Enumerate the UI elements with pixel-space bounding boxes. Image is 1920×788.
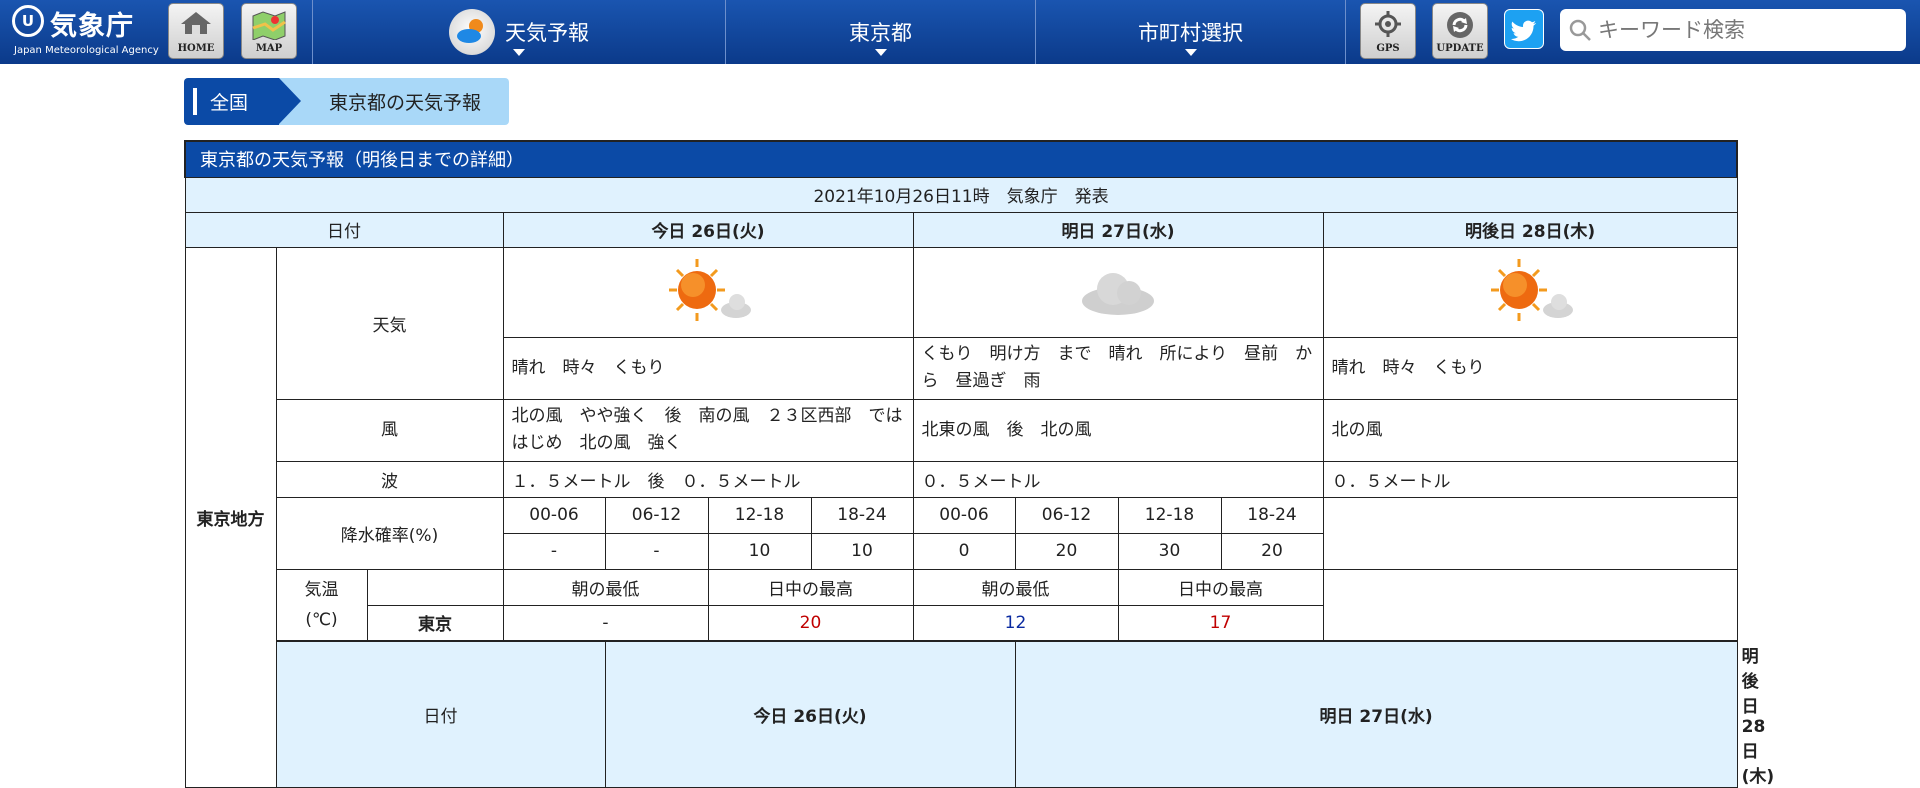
gps-button-label: GPS <box>1376 43 1400 54</box>
pop-value: 20 <box>1220 532 1324 570</box>
jma-emblem-icon: U <box>12 5 44 37</box>
update-button[interactable]: UPDATE <box>1432 3 1488 59</box>
sun-cloud-icon <box>1491 258 1574 321</box>
weather-label: 天気 <box>275 246 504 400</box>
pop-period: 00-06 <box>502 496 606 534</box>
refresh-icon <box>1447 12 1473 38</box>
home-button-label: HOME <box>177 43 215 54</box>
pop-value: 0 <box>912 532 1016 570</box>
temp-header: 日中の最高 <box>707 568 914 606</box>
sun-cloud-icon <box>669 258 751 321</box>
pop-period: 18-24 <box>1220 496 1324 534</box>
temp-value-today-max: 20 <box>707 604 914 642</box>
twitter-bird-icon <box>1510 20 1537 42</box>
temp-header: 日中の最高 <box>1117 568 1324 606</box>
pop-value: 20 <box>1014 532 1119 570</box>
update-button-label: UPDATE <box>1436 43 1484 54</box>
weather-text-tomorrow: くもり 明け方 まで 晴れ 所により 昼前 から 昼過ぎ 雨 <box>912 336 1324 400</box>
breadcrumb-current: 東京都の天気予報 <box>279 78 510 125</box>
map-button-label: MAP <box>255 43 283 54</box>
nav-weather-forecast[interactable]: 天気予報 <box>313 0 725 64</box>
wave-text-day-after: ０．５メートル <box>1322 460 1738 498</box>
pop-value: - <box>604 532 709 570</box>
nav-municipality-label: 市町村選択 <box>1138 21 1243 45</box>
weather-text-today: 晴れ 時々 くもり <box>502 336 914 400</box>
map-button[interactable]: MAP <box>241 3 297 59</box>
temp-header: 朝の最低 <box>502 568 709 606</box>
chevron-down-icon <box>513 49 525 56</box>
temp-value-tomorrow-min: 12 <box>912 604 1119 642</box>
nav-weather-forecast-label: 天気予報 <box>505 21 589 45</box>
weather-icon-cell <box>502 246 914 338</box>
temp-city: 東京 <box>366 604 504 642</box>
logo-japanese-text: 気象庁 <box>50 11 134 42</box>
home-button[interactable]: HOME <box>168 3 224 59</box>
nav-divider <box>1345 0 1346 64</box>
keyword-search-input[interactable] <box>1598 18 1898 42</box>
twitter-button[interactable] <box>1504 9 1544 49</box>
gps-icon <box>1375 11 1401 37</box>
date-today: 今日 26日(火) <box>604 640 1016 788</box>
jma-logo[interactable]: U 気象庁 Japan Meteorological Agency <box>0 0 160 64</box>
temp-label-unit: (℃) <box>305 609 338 630</box>
pop-period: 06-12 <box>1014 496 1119 534</box>
wind-text-today: 北の風 やや強く 後 南の風 ２３区西部 では はじめ 北の風 強く <box>502 398 920 462</box>
date-tomorrow: 明日 27日(水) <box>912 211 1324 248</box>
pop-period: 00-06 <box>912 496 1016 534</box>
temp-value-today-min: - <box>502 604 709 642</box>
map-icon <box>252 11 286 40</box>
pop-period: 18-24 <box>810 496 914 534</box>
date-today: 今日 26日(火) <box>502 211 914 248</box>
nav-prefecture-label: 東京都 <box>849 21 912 45</box>
search-icon <box>1569 19 1591 41</box>
pop-value: 10 <box>707 532 812 570</box>
forecast-table: 東京都の天気予報（明後日までの詳細） 2021年10月26日11時 気象庁 発表… <box>183 140 1774 788</box>
pop-value: - <box>502 532 606 570</box>
pop-period: 12-18 <box>707 496 812 534</box>
pop-period: 06-12 <box>604 496 709 534</box>
forecast-sun-cloud-icon <box>449 9 495 55</box>
chevron-down-icon <box>1184 49 1197 56</box>
site-header: U 気象庁 Japan Meteorological Agency HOME M… <box>0 0 1920 64</box>
gps-button[interactable]: GPS <box>1360 3 1416 59</box>
wind-label: 風 <box>275 398 504 462</box>
wave-label: 波 <box>275 460 504 498</box>
date-tomorrow: 明日 27日(水) <box>1014 640 1738 788</box>
temp-label: 気温 (℃) <box>275 568 368 642</box>
wind-text-day-after: 北の風 <box>1322 398 1738 462</box>
chevron-down-icon <box>874 49 887 56</box>
pop-empty-cell <box>1322 496 1738 570</box>
wave-text-tomorrow: ０．５メートル <box>912 460 1324 498</box>
date-label: 日付 <box>275 640 606 788</box>
forecast-table-title: 東京都の天気予報（明後日までの詳細） <box>183 140 1739 178</box>
weather-icon-cell <box>912 246 1324 338</box>
wind-text-tomorrow: 北東の風 後 北の風 <box>912 398 1324 462</box>
issued-time: 2021年10月26日11時 気象庁 発表 <box>184 176 1738 213</box>
pop-value: 30 <box>1117 532 1222 570</box>
temp-value-tomorrow-max: 17 <box>1117 604 1324 642</box>
temp-header-blank <box>366 568 504 606</box>
region-name: 東京地方 <box>184 246 277 788</box>
temp-empty-cell <box>1322 568 1738 642</box>
temp-header: 朝の最低 <box>912 568 1119 606</box>
pop-value: 10 <box>810 532 914 570</box>
date-label: 日付 <box>184 211 504 248</box>
pop-period: 12-18 <box>1117 496 1222 534</box>
breadcrumb: 全国 東京都の天気予報 <box>184 78 510 125</box>
weather-icon-cell <box>1322 246 1738 338</box>
cloud-icon <box>1082 272 1154 315</box>
wave-text-today: １．５メートル 後 ０．５メートル <box>502 460 914 498</box>
nav-prefecture[interactable]: 東京都 <box>726 0 1035 64</box>
pop-label: 降水確率(%) <box>275 496 504 570</box>
keyword-search-box[interactable] <box>1560 9 1906 51</box>
nav-municipality-select[interactable]: 市町村選択 <box>1036 0 1345 64</box>
logo-english-text: Japan Meteorological Agency <box>14 45 159 56</box>
home-icon <box>181 12 211 34</box>
temp-label-line1: 気温 <box>304 579 339 600</box>
breadcrumb-national[interactable]: 全国 <box>184 78 301 125</box>
weather-text-day-after: 晴れ 時々 くもり <box>1322 336 1738 400</box>
date-day-after-tomorrow: 明後日 28日(木) <box>1322 211 1738 248</box>
